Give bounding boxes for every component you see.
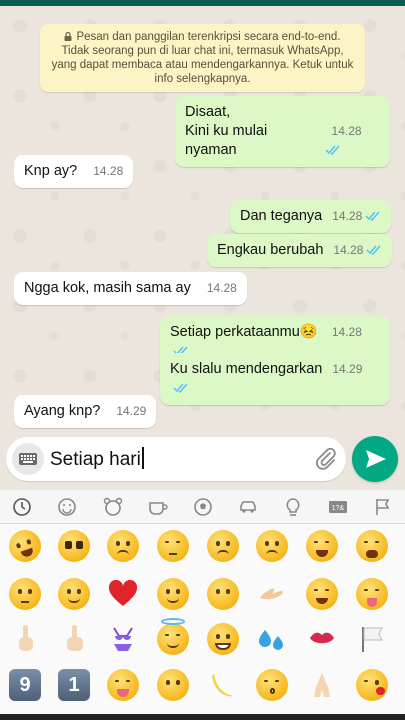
send-button[interactable] [352, 436, 398, 482]
keycap-one-emoji[interactable]: 1 [56, 667, 92, 703]
message-outgoing[interactable]: Dan teganya 14.28 [230, 200, 392, 233]
message-time: 14.28 [333, 243, 364, 257]
keycap-nine-label: 9 [9, 669, 41, 701]
encryption-notice[interactable]: Pesan dan panggilan terenkripsi secara e… [40, 24, 365, 92]
folded-hands-emoji[interactable] [304, 667, 340, 703]
message-time: 14.28 [331, 124, 362, 138]
activity-icon[interactable] [192, 496, 214, 518]
emoji-panel: 1?& 9 1 [0, 490, 405, 720]
message-time: 14.29 [116, 404, 147, 418]
message-time: 14.28 [331, 325, 362, 339]
rolling-laughing-emoji[interactable] [4, 525, 46, 567]
navigation-bar [0, 714, 405, 720]
white-flag-emoji[interactable] [354, 621, 390, 657]
message-text: Ayang knp? [24, 403, 101, 419]
sweat-smile-emoji[interactable] [304, 576, 340, 612]
red-heart-emoji[interactable] [105, 576, 141, 612]
message-time: 14.28 [206, 281, 237, 295]
keyboard-icon[interactable] [12, 443, 44, 475]
travel-icon[interactable] [237, 496, 259, 518]
message-input[interactable]: Setiap hari [6, 437, 346, 481]
persevering-face-emoji: 😣 [299, 324, 318, 340]
svg-text:1?&: 1?& [332, 505, 345, 512]
thinking-face-emoji[interactable] [7, 576, 43, 612]
message-text: Ngga kok, masih sama ay [24, 280, 191, 296]
read-ticks-icon [365, 211, 380, 221]
encryption-notice-text: Pesan dan panggilan terenkripsi secara e… [51, 31, 354, 85]
fearful-hands-emoji[interactable] [155, 667, 191, 703]
emoji-tabs: 1?& [0, 490, 405, 524]
message-text: Setiap perkataanmu [170, 324, 300, 340]
crying-face-emoji[interactable] [205, 528, 241, 564]
composer-row: Setiap hari [0, 430, 405, 490]
hugging-face-emoji[interactable] [155, 576, 191, 612]
lock-icon [64, 32, 72, 41]
hand-over-mouth-emoji[interactable] [205, 576, 241, 612]
animal-icon[interactable] [102, 496, 124, 518]
send-icon [366, 450, 386, 468]
message-text: Kini ku mulai nyaman [185, 123, 268, 158]
message-text: Engkau berubah [217, 242, 324, 258]
tongue-out-emoji[interactable] [354, 576, 390, 612]
objects-icon[interactable] [282, 496, 304, 518]
sad-relieved-emoji[interactable] [254, 528, 290, 564]
pensive-face-emoji[interactable] [155, 528, 191, 564]
kiss-mark-emoji[interactable] [304, 621, 340, 657]
message-time: 14.28 [93, 164, 124, 178]
message-outgoing[interactable]: Ku slalu mendengarkan 14.29 [160, 353, 390, 405]
chat-area[interactable]: Pesan dan panggilan terenkripsi secara e… [0, 6, 405, 430]
text-caret [141, 447, 144, 469]
grinning-face-emoji[interactable] [205, 621, 241, 657]
message-text: Dan teganya [240, 208, 323, 224]
kissing-face-emoji[interactable] [254, 667, 290, 703]
read-ticks-icon [366, 245, 382, 255]
pleading-face-emoji[interactable] [56, 528, 92, 564]
tears-of-joy-emoji[interactable] [304, 528, 340, 564]
message-time: 14.29 [332, 362, 363, 376]
smiling-halo-emoji[interactable] [155, 618, 191, 657]
message-text: Ku slalu mendengarkan [170, 361, 323, 377]
face-blowing-kiss-emoji[interactable] [354, 667, 390, 703]
loudly-crying-emoji[interactable] [354, 528, 390, 564]
message-outgoing[interactable]: Disaat, Kini ku mulai nyaman 14.28 [175, 96, 390, 167]
food-icon[interactable] [147, 496, 169, 518]
pointing-up-emoji[interactable] [7, 621, 43, 657]
smiley-icon[interactable] [56, 496, 78, 518]
message-text: Disaat, [185, 104, 231, 120]
symbols-icon[interactable]: 1?& [327, 496, 349, 518]
keycap-nine-emoji[interactable]: 9 [7, 667, 43, 703]
palm-up-hand-emoji[interactable] [254, 576, 290, 612]
flags-icon[interactable] [372, 496, 394, 518]
keycap-one-label: 1 [58, 669, 90, 701]
message-text: Knp ay? [24, 163, 78, 179]
frowning-face-emoji[interactable] [105, 528, 141, 564]
sweat-droplets-emoji[interactable] [254, 621, 290, 657]
attach-icon[interactable] [314, 447, 338, 471]
message-outgoing[interactable]: Engkau berubah 14.28 [207, 234, 393, 267]
read-ticks-icon [325, 145, 340, 155]
slightly-smiling-emoji[interactable] [56, 576, 92, 612]
message-incoming[interactable]: Knp ay? 14.28 [14, 155, 134, 188]
message-input-value: Setiap hari [50, 449, 141, 470]
message-time: 14.28 [332, 209, 363, 223]
bikini-emoji[interactable] [105, 621, 141, 657]
middle-finger-emoji[interactable] [56, 621, 92, 657]
message-incoming[interactable]: Ayang knp? 14.29 [14, 395, 157, 428]
message-incoming[interactable]: Ngga kok, masih sama ay 14.28 [14, 272, 247, 305]
recent-icon[interactable] [11, 496, 33, 518]
banana-emoji[interactable] [205, 667, 241, 703]
read-ticks-icon [173, 383, 188, 393]
squinting-tongue-emoji[interactable] [105, 667, 141, 703]
